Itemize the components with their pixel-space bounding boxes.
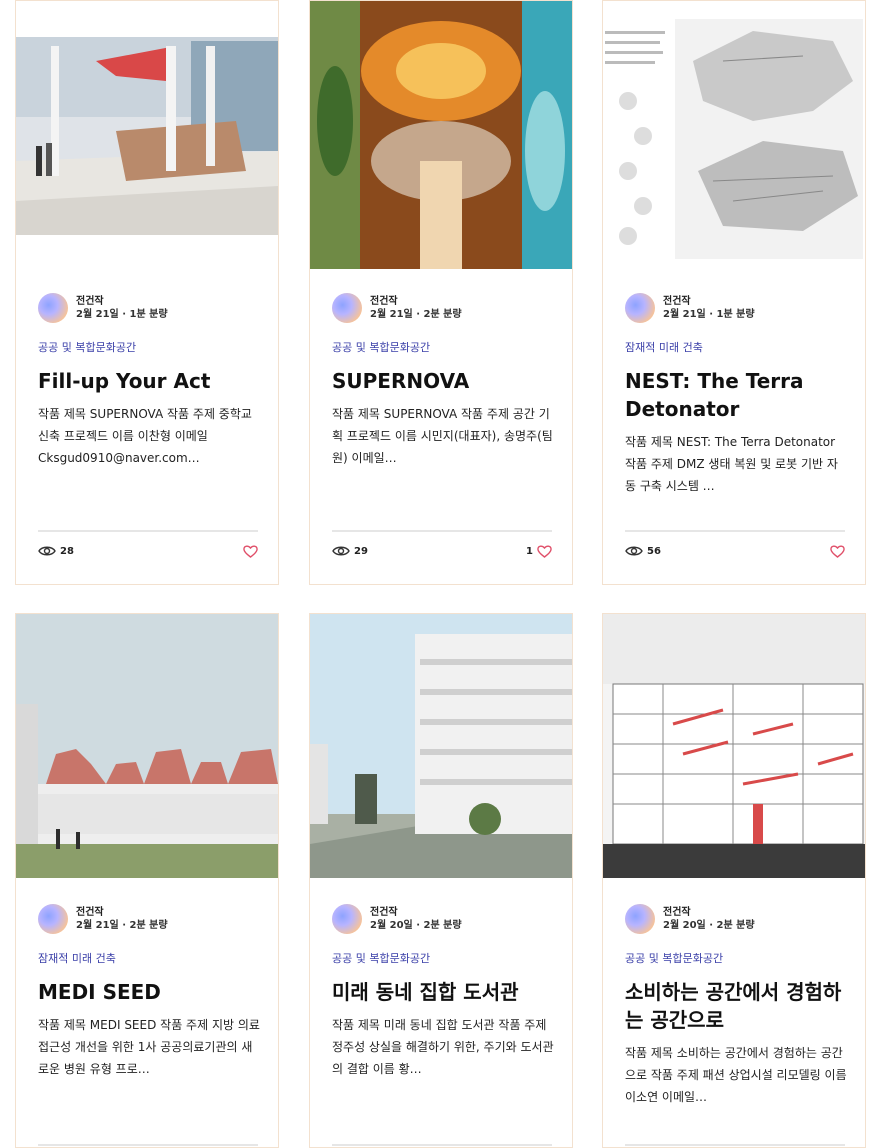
post-thumbnail[interactable]: [310, 614, 572, 878]
like-button[interactable]: 1: [526, 545, 552, 558]
post-thumbnail[interactable]: [603, 1, 865, 269]
heart-icon[interactable]: [830, 545, 845, 558]
read-time: 2분 분량: [423, 309, 462, 320]
post-category[interactable]: 공공 및 복합문화공간: [332, 339, 430, 355]
view-count: 56: [647, 545, 661, 557]
post-category[interactable]: 잠재적 미래 건축: [625, 339, 703, 355]
post-card[interactable]: 전건작 2월 20일 · 2분 분량 공공 및 복합문화공간 미래 동네 집합 …: [309, 613, 573, 1148]
post-category[interactable]: 공공 및 복합문화공간: [625, 950, 723, 966]
post-meta: 전건작 2월 21일 · 1분 분량: [625, 293, 755, 323]
post-card[interactable]: 전건작 2월 20일 · 2분 분량 공공 및 복합문화공간 소비하는 공간에서…: [602, 613, 866, 1148]
post-title[interactable]: Fill-up Your Act: [38, 367, 268, 395]
like-count: 1: [526, 546, 533, 557]
post-title[interactable]: 미래 동네 집합 도서관: [332, 978, 562, 1006]
author-name[interactable]: 전건작: [663, 906, 755, 919]
post-stats: 56: [625, 545, 845, 561]
avatar[interactable]: [38, 904, 68, 934]
post-excerpt[interactable]: 작품 제목 미래 동네 집합 도서관 작품 주제 정주성 상실을 해결하기 위한…: [332, 1014, 554, 1080]
post-date: 2월 20일: [663, 920, 706, 931]
post-meta: 전건작 2월 21일 · 2분 분량: [38, 904, 168, 934]
divider: [38, 530, 258, 532]
author-name[interactable]: 전건작: [76, 906, 168, 919]
post-date: 2월 20일: [370, 920, 413, 931]
read-time: 2분 분량: [129, 920, 168, 931]
like-button[interactable]: [826, 545, 845, 558]
view-count: 28: [60, 545, 74, 557]
post-date: 2월 21일: [76, 309, 119, 320]
post-title[interactable]: NEST: The Terra Detonator: [625, 367, 855, 423]
post-category[interactable]: 잠재적 미래 건축: [38, 950, 116, 966]
like-button[interactable]: [239, 545, 258, 558]
post-card[interactable]: 전건작 2월 21일 · 2분 분량 잠재적 미래 건축 MEDI SEED 작…: [15, 613, 279, 1148]
post-date: 2월 21일: [370, 309, 413, 320]
author-name[interactable]: 전건작: [76, 295, 168, 308]
post-excerpt[interactable]: 작품 제목 NEST: The Terra Detonator 작품 주제 DM…: [625, 431, 847, 497]
post-stats: 29 1: [332, 545, 552, 561]
post-stats: 28: [38, 545, 258, 561]
view-count: 29: [354, 545, 368, 557]
post-title[interactable]: MEDI SEED: [38, 978, 268, 1006]
divider: [625, 1144, 845, 1146]
post-card[interactable]: 전건작 2월 21일 · 2분 분량 공공 및 복합문화공간 SUPERNOVA…: [309, 0, 573, 585]
post-category[interactable]: 공공 및 복합문화공간: [332, 950, 430, 966]
avatar[interactable]: [38, 293, 68, 323]
post-thumbnail[interactable]: [16, 1, 278, 269]
divider: [38, 1144, 258, 1146]
heart-icon[interactable]: [537, 545, 552, 558]
post-date: 2월 21일: [663, 309, 706, 320]
post-excerpt[interactable]: 작품 제목 소비하는 공간에서 경험하는 공간으로 작품 주제 패션 상업시설 …: [625, 1042, 847, 1108]
eye-icon: [625, 546, 643, 556]
eye-icon: [38, 546, 56, 556]
post-date: 2월 21일: [76, 920, 119, 931]
divider: [332, 530, 552, 532]
post-thumbnail[interactable]: [603, 614, 865, 878]
post-meta: 전건작 2월 21일 · 2분 분량: [332, 293, 462, 323]
post-excerpt[interactable]: 작품 제목 MEDI SEED 작품 주제 지방 의료 접근성 개선을 위한 1…: [38, 1014, 260, 1080]
read-time: 1분 분량: [716, 309, 755, 320]
post-excerpt[interactable]: 작품 제목 SUPERNOVA 작품 주제 중학교 신축 프로젝드 이름 이찬형…: [38, 403, 260, 469]
avatar[interactable]: [332, 904, 362, 934]
read-time: 2분 분량: [716, 920, 755, 931]
post-meta: 전건작 2월 20일 · 2분 분량: [332, 904, 462, 934]
eye-icon: [332, 546, 350, 556]
author-name[interactable]: 전건작: [370, 295, 462, 308]
post-grid: 전건작 2월 21일 · 1분 분량 공공 및 복합문화공간 Fill-up Y…: [0, 0, 872, 1148]
post-card[interactable]: 전건작 2월 21일 · 1분 분량 잠재적 미래 건축 NEST: The T…: [602, 0, 866, 585]
divider: [625, 530, 845, 532]
author-name[interactable]: 전건작: [663, 295, 755, 308]
post-title[interactable]: 소비하는 공간에서 경험하는 공간으로: [625, 978, 855, 1034]
post-excerpt[interactable]: 작품 제목 SUPERNOVA 작품 주제 공간 기획 프로젝드 이름 시민지(…: [332, 403, 554, 469]
read-time: 2분 분량: [423, 920, 462, 931]
post-card[interactable]: 전건작 2월 21일 · 1분 분량 공공 및 복합문화공간 Fill-up Y…: [15, 0, 279, 585]
read-time: 1분 분량: [129, 309, 168, 320]
avatar[interactable]: [625, 293, 655, 323]
author-name[interactable]: 전건작: [370, 906, 462, 919]
post-thumbnail[interactable]: [16, 614, 278, 878]
post-thumbnail[interactable]: [310, 1, 572, 269]
post-meta: 전건작 2월 21일 · 1분 분량: [38, 293, 168, 323]
post-category[interactable]: 공공 및 복합문화공간: [38, 339, 136, 355]
post-title[interactable]: SUPERNOVA: [332, 367, 562, 395]
avatar[interactable]: [332, 293, 362, 323]
avatar[interactable]: [625, 904, 655, 934]
heart-icon[interactable]: [243, 545, 258, 558]
divider: [332, 1144, 552, 1146]
post-meta: 전건작 2월 20일 · 2분 분량: [625, 904, 755, 934]
